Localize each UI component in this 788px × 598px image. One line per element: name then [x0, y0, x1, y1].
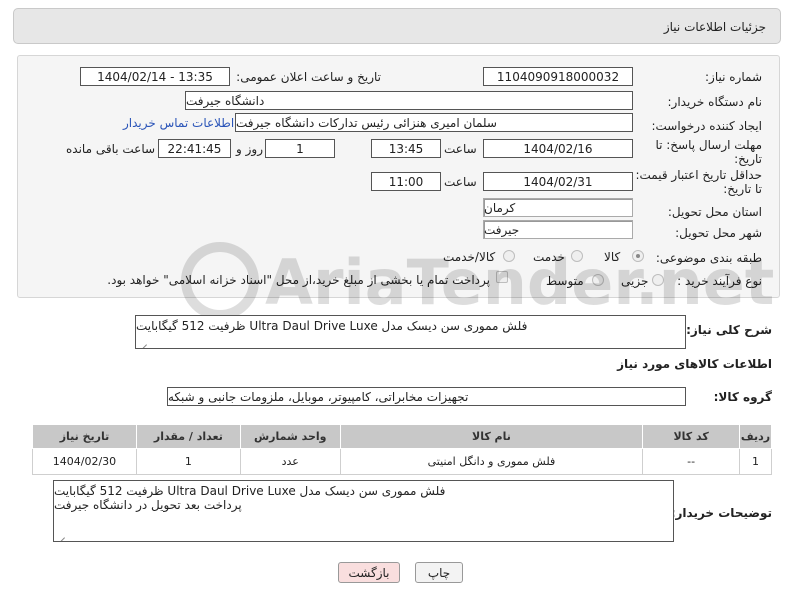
- page-header: جزئیات اطلاعات نیاز: [13, 8, 781, 44]
- announce-label: تاریخ و ساعت اعلان عمومی:: [236, 70, 381, 84]
- resize-handle[interactable]: [57, 530, 65, 538]
- process-radio-medium[interactable]: [592, 274, 604, 286]
- city-label: شهر محل تحویل:: [675, 226, 762, 240]
- need-number-field: 1104090918000032: [483, 67, 633, 86]
- cell-qty: 1: [135, 448, 241, 475]
- announce-field: 1404/02/14 - 13:35: [80, 67, 230, 86]
- buyer-desc-line-1: فلش مموری سن دیسک مدل Ultra Daul Drive L…: [54, 484, 446, 498]
- category-radio-goods[interactable]: [632, 250, 644, 262]
- city-field: جیرفت: [483, 220, 633, 239]
- validity-label: حداقل تاریخ اعتبار قیمت:: [635, 168, 762, 182]
- table-header-row: ردیف کد کالا نام کالا واحد شمارش تعداد /…: [32, 424, 772, 449]
- general-desc-field: فلش مموری سن دیسک مدل Ultra Daul Drive L…: [135, 315, 686, 349]
- buyer-desc-field: فلش مموری سن دیسک مدل Ultra Daul Drive L…: [53, 480, 674, 542]
- back-button[interactable]: بازگشت: [338, 562, 400, 583]
- validity-date-field: 1404/02/31: [483, 172, 633, 191]
- payment-checkbox[interactable]: [496, 271, 508, 283]
- general-desc-text: فلش مموری سن دیسک مدل Ultra Daul Drive L…: [136, 319, 528, 333]
- table-row: 1 -- فلش مموری و دانگل امنیتی عدد 1 1404…: [32, 448, 772, 475]
- cell-name: فلش مموری و دانگل امنیتی: [339, 448, 644, 475]
- col-header-date: تاریخ نیاز: [32, 424, 137, 449]
- goods-group-field: تجهیزات مخابراتی، کامپیوتر، موبایل، ملزو…: [167, 387, 686, 406]
- cell-unit: عدد: [239, 448, 341, 475]
- col-header-code: کد کالا: [642, 424, 741, 449]
- deadline-date-field: 1404/02/16: [483, 139, 633, 158]
- buyer-org-label: نام دستگاه خریدار:: [667, 95, 763, 109]
- cell-code: --: [642, 448, 741, 475]
- cell-row: 1: [739, 448, 772, 475]
- process-option-medium: متوسط: [546, 274, 584, 288]
- col-header-row: ردیف: [739, 424, 772, 449]
- province-field: کرمان: [483, 198, 633, 217]
- col-header-qty: تعداد / مقدار: [135, 424, 241, 449]
- resize-handle[interactable]: [139, 337, 147, 345]
- category-label: طبقه بندی موضوعی:: [655, 251, 762, 265]
- buyer-desc-line-2: پرداخت بعد تحویل در دانشگاه جیرفت: [54, 498, 242, 512]
- process-radio-minor[interactable]: [652, 274, 664, 286]
- process-label: نوع فرآیند خرید :: [677, 274, 762, 288]
- category-option-goods: کالا: [604, 250, 621, 264]
- province-label: استان محل تحویل:: [667, 205, 762, 219]
- days-label: روز و: [236, 142, 263, 156]
- deadline-time-label: ساعت: [444, 142, 477, 156]
- need-number-label: شماره نیاز:: [705, 70, 762, 84]
- col-header-unit: واحد شمارش: [239, 424, 341, 449]
- remaining-label: ساعت باقی مانده: [66, 142, 156, 156]
- process-option-minor: جزیی: [621, 274, 649, 288]
- buyer-desc-label: توضیحات خریدار:: [670, 506, 772, 520]
- validity-time-label: ساعت: [444, 175, 477, 189]
- deadline-label-2: تاریخ:: [734, 152, 762, 166]
- category-option-service: خدمت: [533, 250, 565, 264]
- goods-section-title: اطلاعات کالاهای مورد نیاز: [617, 357, 772, 371]
- requester-field: سلمان امیری هنزائی رئیس تدارکات دانشگاه …: [235, 113, 633, 132]
- requester-label: ایجاد کننده درخواست:: [651, 119, 762, 133]
- category-option-goods-service: کالا/خدمت: [443, 250, 496, 264]
- validity-time-field: 11:00: [371, 172, 441, 191]
- general-desc-label: شرح کلی نیاز:: [686, 323, 772, 337]
- deadline-label: مهلت ارسال پاسخ: تا: [655, 138, 762, 152]
- goods-table: ردیف کد کالا نام کالا واحد شمارش تعداد /…: [32, 424, 772, 475]
- category-radio-goods-service[interactable]: [503, 250, 515, 262]
- validity-label-2: تا تاریخ:: [723, 182, 762, 196]
- buyer-org-field: دانشگاه جیرفت: [185, 91, 633, 110]
- goods-group-label: گروه کالا:: [713, 390, 772, 404]
- cell-date: 1404/02/30: [32, 448, 137, 475]
- category-radio-service[interactable]: [571, 250, 583, 262]
- payment-text: پرداخت تمام یا بخشی از مبلغ خرید،از محل …: [107, 273, 490, 287]
- days-field: 1: [265, 139, 335, 158]
- print-button[interactable]: چاپ: [415, 562, 463, 583]
- remaining-time-field: 22:41:45: [158, 139, 231, 158]
- deadline-time-field: 13:45: [371, 139, 441, 158]
- buyer-contact-link[interactable]: اطلاعات تماس خریدار: [123, 116, 234, 130]
- col-header-name: نام کالا: [339, 424, 644, 449]
- page-title: جزئیات اطلاعات نیاز: [663, 20, 766, 34]
